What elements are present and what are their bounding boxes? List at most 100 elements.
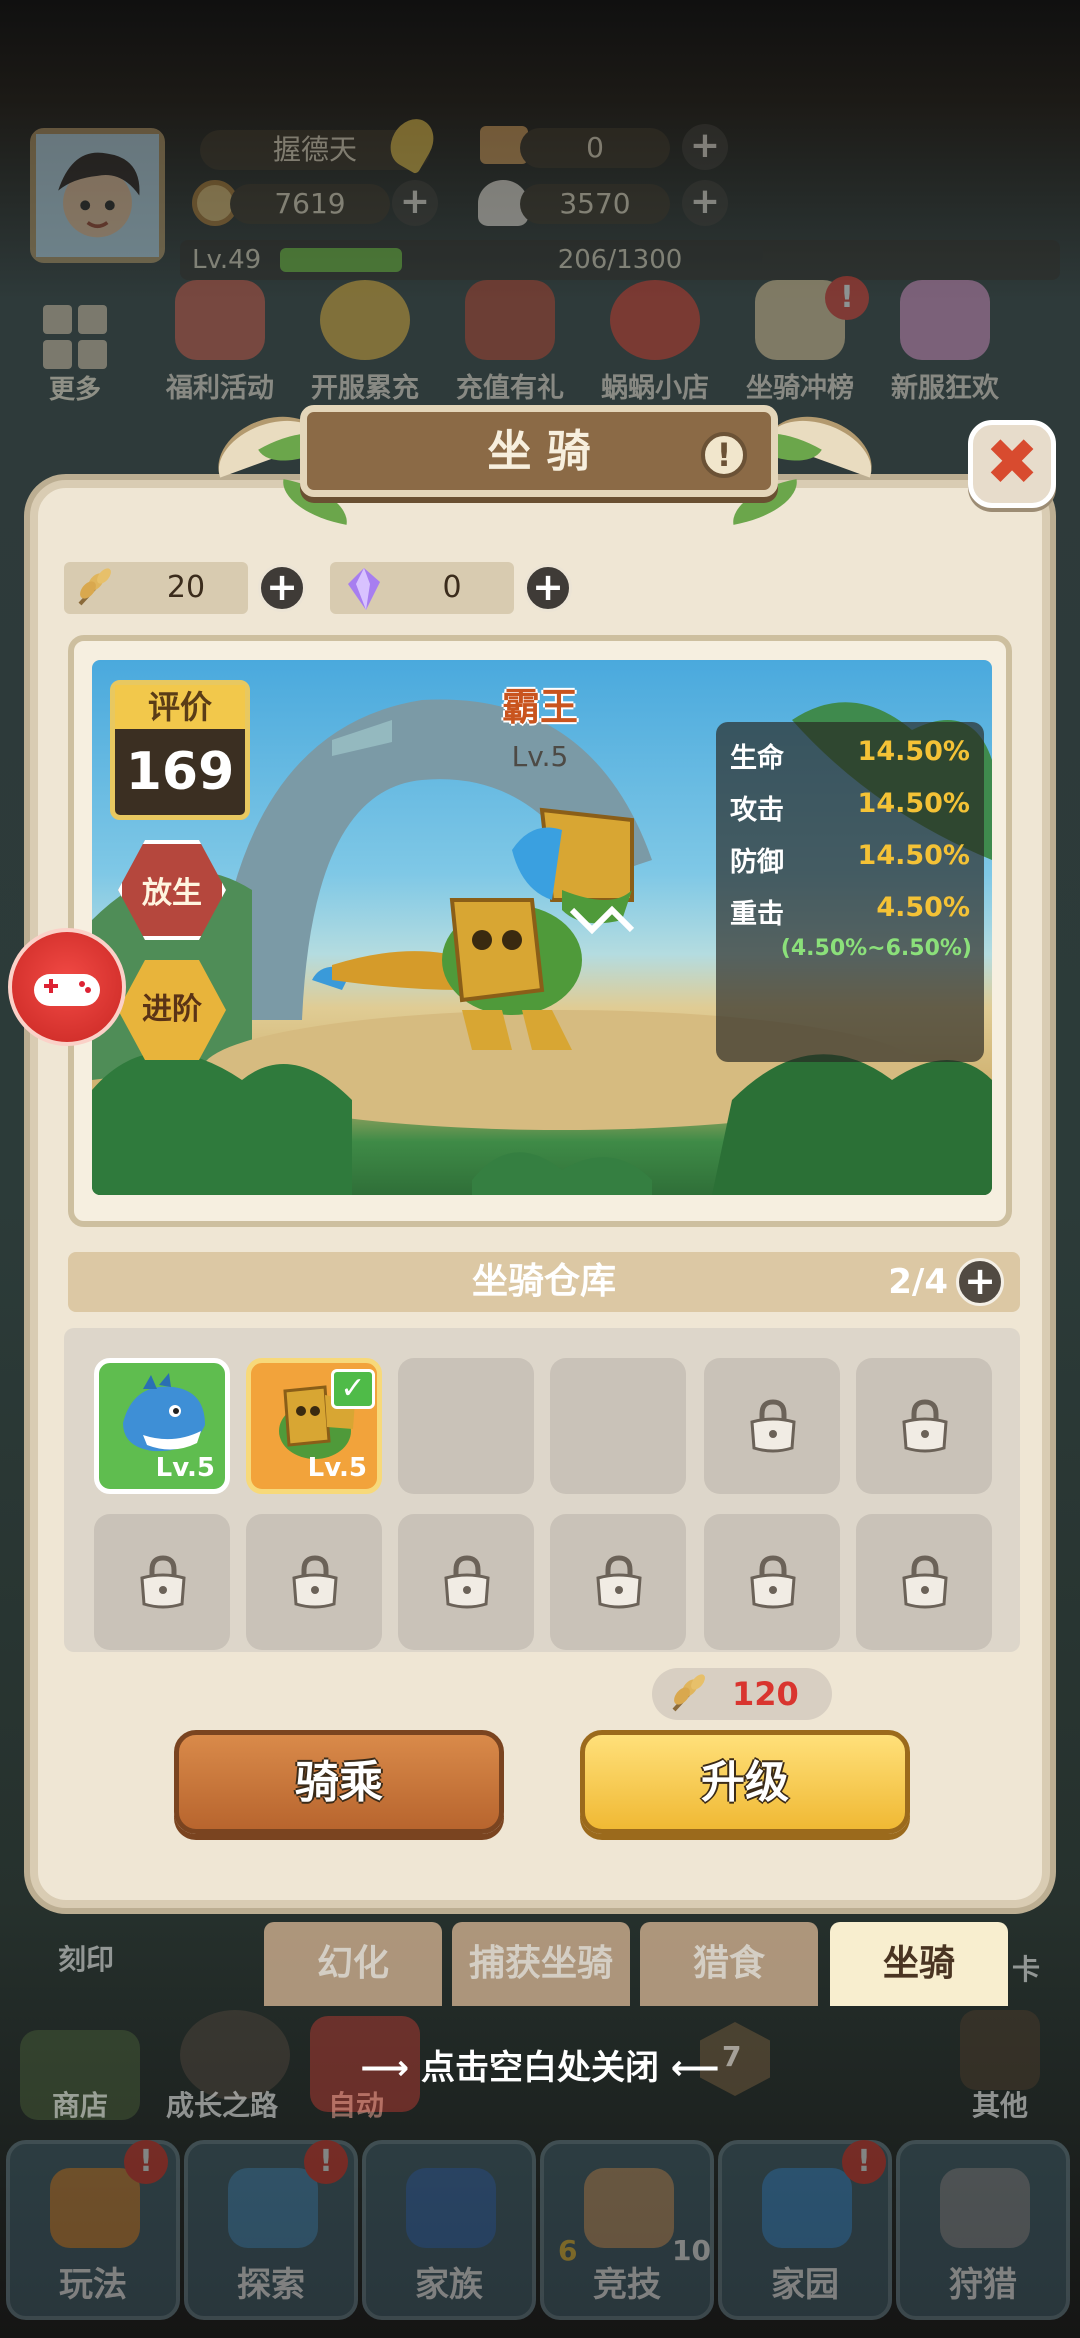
- mount-slot-1[interactable]: Lv.5: [94, 1358, 230, 1494]
- nav-label: 家族: [415, 2265, 483, 2305]
- avatar-face-icon: [36, 134, 159, 257]
- add-coin-button[interactable]: +: [392, 180, 438, 226]
- nav-gameplay[interactable]: 玩法!: [6, 2140, 180, 2320]
- help-icon[interactable]: !: [701, 432, 747, 478]
- locked-slot[interactable]: [704, 1358, 840, 1494]
- shop-label[interactable]: 商店: [52, 2084, 108, 2124]
- snail-shop-icon: [610, 280, 700, 360]
- growth-label[interactable]: 成长之路: [166, 2084, 278, 2124]
- event-label: 坐骑冲榜: [746, 373, 854, 404]
- mount-slot-2-selected[interactable]: ✓ Lv.5: [246, 1358, 382, 1494]
- sword-icon: [584, 2168, 674, 2248]
- welfare-icon: [175, 280, 265, 360]
- tab-label: 坐骑: [882, 1943, 955, 1984]
- blue-dino-icon: [123, 1373, 205, 1452]
- crystal-icon: [348, 568, 380, 610]
- add-wheat-button[interactable]: +: [258, 564, 306, 612]
- slot-level: Lv.5: [307, 1453, 367, 1483]
- locked-slot[interactable]: [550, 1514, 686, 1650]
- expand-warehouse-button[interactable]: +: [956, 1258, 1004, 1306]
- locked-slot[interactable]: [246, 1514, 382, 1650]
- other-label[interactable]: 其他: [972, 2084, 1028, 2124]
- beast-icon: [940, 2168, 1030, 2248]
- close-icon: ✖: [985, 426, 1039, 500]
- event-mount-rank[interactable]: 坐骑冲榜!: [730, 276, 870, 405]
- upgrade-cost-value: 120: [732, 1675, 799, 1713]
- card-label[interactable]: 卡: [1012, 1948, 1040, 1988]
- locked-slot[interactable]: [856, 1358, 992, 1494]
- event-welfare[interactable]: 福利活动: [150, 280, 290, 405]
- add-crystal-button[interactable]: +: [524, 564, 572, 612]
- arena-extra: 10: [672, 2234, 711, 2267]
- nav-explore[interactable]: 探索!: [184, 2140, 358, 2320]
- lock-icon: [292, 1555, 338, 1609]
- home-icon: [762, 2168, 852, 2248]
- stat-value: 14.50%: [857, 788, 970, 819]
- event-recharge-gift[interactable]: 充值有礼: [440, 280, 580, 405]
- auto-label[interactable]: 自动: [328, 2084, 384, 2124]
- locked-slot[interactable]: [94, 1514, 230, 1650]
- selected-check-icon: ✓: [331, 1369, 375, 1409]
- top-hud: 握德天 0 + 7619 + 3570 + Lv.49 206/1300: [0, 110, 1080, 290]
- tab-transform[interactable]: 幻化: [264, 1922, 442, 2006]
- tab-label: 幻化: [316, 1943, 389, 1984]
- event-snail-shop[interactable]: 蜗蜗小店: [585, 280, 725, 405]
- upgrade-label: 升级: [701, 1757, 789, 1808]
- mount-level: Lv.5: [511, 740, 569, 773]
- lock-icon: [596, 1555, 642, 1609]
- event-label: 福利活动: [166, 373, 274, 404]
- event-recharge-total[interactable]: 开服累充: [295, 280, 435, 405]
- tab-capture-mount[interactable]: 捕获坐骑: [452, 1922, 630, 2006]
- notification-badge: !: [842, 2140, 886, 2184]
- rating-label: 评价: [115, 685, 245, 729]
- wheat-icon: [672, 1674, 705, 1712]
- ride-label: 骑乘: [295, 1757, 383, 1808]
- add-ticket-button[interactable]: +: [682, 124, 728, 170]
- warehouse-header: 坐骑仓库 2/4 +: [68, 1252, 1020, 1312]
- xp-text: 206/1300: [557, 245, 683, 275]
- event-row: 福利活动 开服累充 充值有礼 蜗蜗小店 坐骑冲榜! 新服狂欢: [150, 276, 1050, 404]
- stat-value: 14.50%: [857, 840, 970, 871]
- nav-home[interactable]: 家园!: [718, 2140, 892, 2320]
- stat-key: 生命: [730, 743, 784, 774]
- stat-value: 14.50%: [857, 736, 970, 767]
- mount-name: 霸王: [501, 685, 578, 729]
- notification-badge: !: [124, 2140, 168, 2184]
- add-shell-button[interactable]: +: [682, 180, 728, 226]
- nav-label: 玩法: [59, 2265, 127, 2305]
- rating-value: 169: [125, 742, 235, 802]
- tab-hunt-food[interactable]: 猎食: [640, 1922, 818, 2006]
- locked-slot[interactable]: [704, 1514, 840, 1650]
- more-button[interactable]: 更多: [35, 305, 115, 406]
- wheat-chip: 20: [64, 562, 248, 614]
- nav-arena[interactable]: 竞技 6 10: [540, 2140, 714, 2320]
- close-button[interactable]: ✖: [968, 420, 1056, 508]
- wheat-icon: [78, 568, 111, 606]
- notification-badge: !: [825, 276, 869, 320]
- tab-label: 捕获坐骑: [468, 1943, 613, 1984]
- ride-button[interactable]: 骑乘: [174, 1730, 504, 1834]
- notification-badge: !: [304, 2140, 348, 2184]
- rating-badge: 评价 169: [110, 680, 250, 820]
- medal-icon: [320, 280, 410, 360]
- lock-icon: [902, 1555, 948, 1609]
- upgrade-button[interactable]: 升级: [580, 1730, 910, 1834]
- engrave-label[interactable]: 刻印: [58, 1938, 114, 1978]
- nav-hunt[interactable]: 狩猎: [896, 2140, 1070, 2320]
- nav-clan[interactable]: 家族: [362, 2140, 536, 2320]
- event-new-server[interactable]: 新服狂欢: [875, 280, 1015, 405]
- level-bar: Lv.49 206/1300: [180, 240, 1060, 280]
- tab-label: 猎食: [692, 1943, 765, 1984]
- locked-slot[interactable]: [398, 1514, 534, 1650]
- player-avatar[interactable]: [30, 128, 165, 263]
- more-label: 更多: [48, 375, 101, 405]
- crit-range: (4.50%~6.50%): [780, 936, 972, 961]
- empty-slot[interactable]: [398, 1358, 534, 1494]
- floating-gamepad-button[interactable]: [8, 928, 126, 1046]
- empty-slot[interactable]: [550, 1358, 686, 1494]
- event-label: 蜗蜗小店: [601, 373, 709, 404]
- locked-slot[interactable]: [856, 1514, 992, 1650]
- close-hint: ⟶ 点击空白处关闭 ⟵: [360, 2048, 720, 2088]
- tab-mount[interactable]: 坐骑: [830, 1922, 1008, 2006]
- stat-key: 重击: [730, 899, 784, 930]
